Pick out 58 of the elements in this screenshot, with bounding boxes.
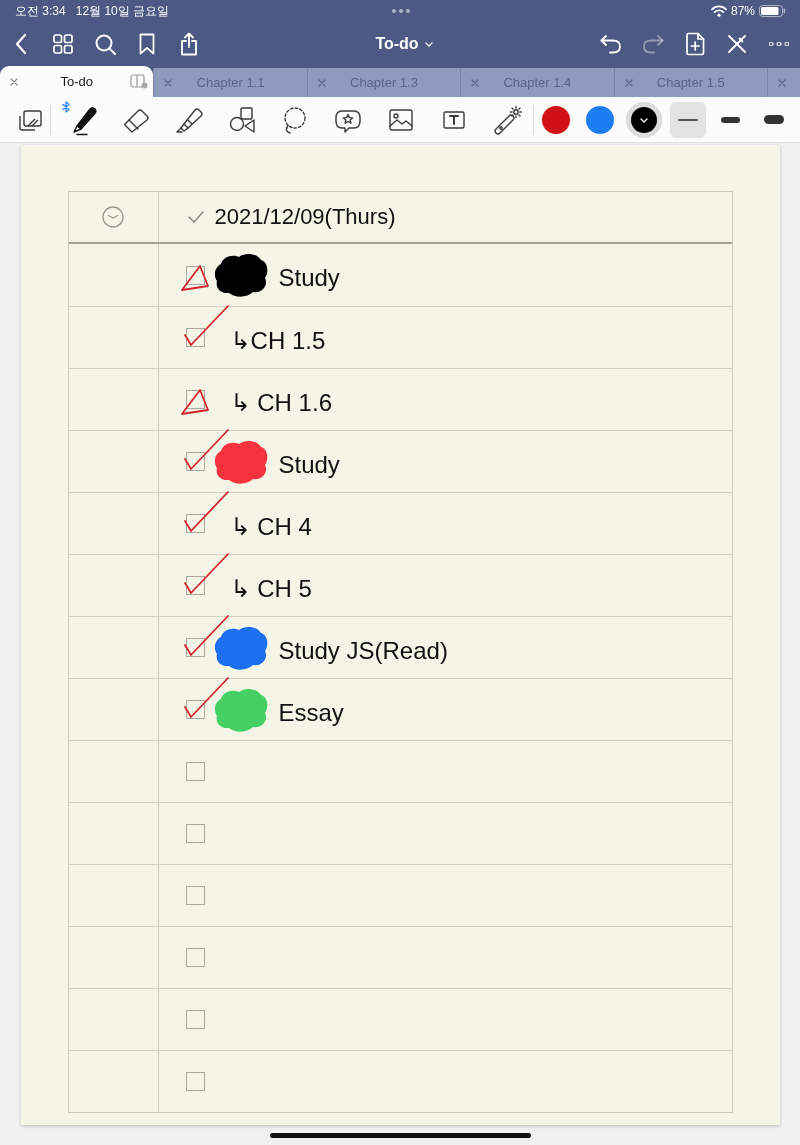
checkbox-icon xyxy=(185,762,205,781)
triangle-mark-icon xyxy=(179,262,210,292)
wifi-icon xyxy=(710,5,727,17)
add-page-icon xyxy=(685,32,705,56)
tab[interactable]: To-do xyxy=(0,66,154,97)
triangle-mark-icon xyxy=(179,387,210,416)
task-text: Essay xyxy=(278,698,344,727)
checkbox-icon xyxy=(185,390,205,409)
checkbox-icon xyxy=(185,1010,205,1029)
check-mark-icon xyxy=(182,552,230,595)
checkbox-icon xyxy=(185,948,205,967)
check-mark-icon xyxy=(182,614,230,657)
checkbox-icon xyxy=(185,700,205,719)
share-icon xyxy=(180,32,198,56)
checkbox-icon xyxy=(185,638,205,657)
checkbox-icon xyxy=(185,576,205,595)
task-text: Study xyxy=(278,450,340,479)
check-mark-icon xyxy=(182,676,230,719)
clock-icon xyxy=(102,206,124,228)
check-mark-icon xyxy=(182,304,230,347)
check-mark-icon xyxy=(182,428,230,471)
checkbox-icon xyxy=(185,1072,205,1091)
cross-icon xyxy=(727,34,747,54)
check-icon xyxy=(187,211,204,223)
undo-icon xyxy=(600,34,622,54)
more-icon xyxy=(769,42,789,46)
date-text: 2021/12/09(Thurs) xyxy=(214,204,396,230)
checkbox-icon xyxy=(185,514,205,533)
check-mark-icon xyxy=(182,490,230,533)
checkbox-icon xyxy=(185,452,205,471)
status-time: 오전 3:34 xyxy=(15,4,66,18)
chevron-down-icon xyxy=(424,41,433,47)
laser-pointer-icon xyxy=(491,104,522,135)
grid-icon xyxy=(53,34,73,54)
checkbox-icon xyxy=(185,328,205,347)
task-text: ↳ CH 5 xyxy=(230,574,312,603)
checkbox-icon xyxy=(185,265,205,285)
multitask-dots-icon[interactable] xyxy=(391,9,410,13)
battery-icon xyxy=(759,5,786,17)
status-date: 12월 10일 금요일 xyxy=(75,4,170,18)
redo-icon xyxy=(642,34,664,54)
thin-line-icon xyxy=(677,118,698,121)
document-title-button[interactable]: To-do xyxy=(373,31,435,57)
line-width-button[interactable] xyxy=(669,101,706,138)
pages-icon xyxy=(17,107,43,132)
task-text: Study xyxy=(278,264,340,292)
chevron-down-icon xyxy=(640,117,648,123)
task-text: ↳ CH 1.6 xyxy=(230,388,332,417)
checkbox-icon xyxy=(185,886,205,905)
battery-percent: 87% xyxy=(730,4,755,18)
task-text: ↳ CH 4 xyxy=(230,512,312,541)
search-icon xyxy=(94,33,116,55)
task-text: Study JS(Read) xyxy=(278,636,448,665)
task-text: ↳CH 1.5 xyxy=(230,326,326,355)
close-icon[interactable] xyxy=(10,77,18,86)
back-icon xyxy=(15,33,27,55)
checkbox-icon xyxy=(185,824,205,843)
bookmark-icon xyxy=(139,33,155,55)
